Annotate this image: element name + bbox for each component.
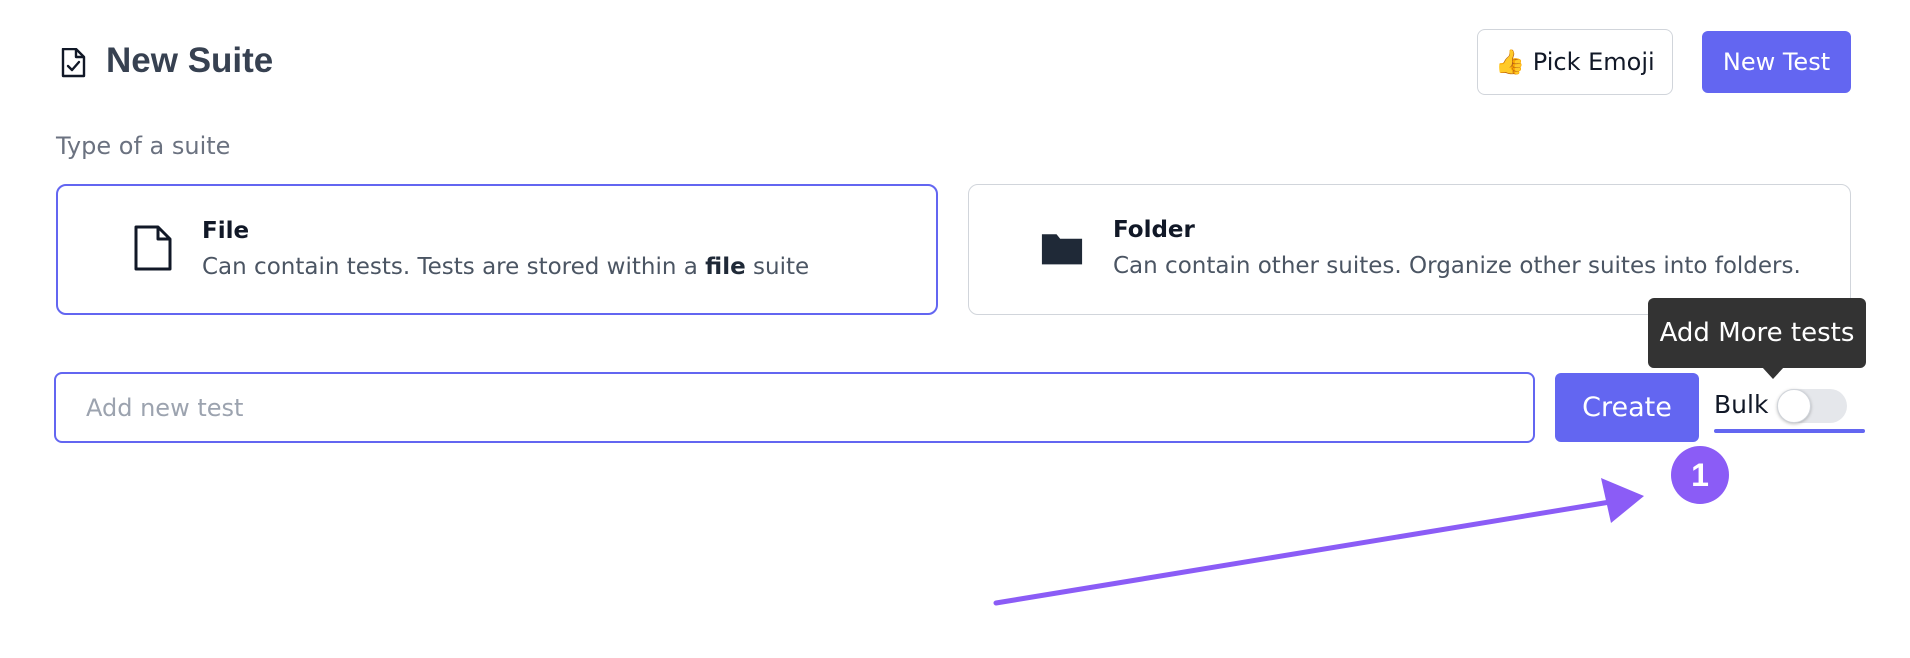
suite-type-file-card[interactable]: File Can contain tests. Tests are stored… <box>56 184 938 315</box>
bulk-label: Bulk <box>1714 390 1769 419</box>
file-icon <box>134 225 172 271</box>
bulk-highlight-underline <box>1714 429 1865 433</box>
file-card-description-prefix: Can contain tests. Tests are stored with… <box>202 254 706 280</box>
annotation-arrow-icon <box>993 478 1644 606</box>
add-more-tests-tooltip: Add More tests <box>1648 298 1866 368</box>
file-check-icon <box>61 48 86 78</box>
pick-emoji-button[interactable]: 👍 Pick Emoji <box>1477 29 1673 95</box>
file-card-description: Can contain tests. Tests are stored with… <box>202 254 809 280</box>
file-card-description-suffix: suite <box>745 254 810 280</box>
step-number-badge: 1 <box>1671 446 1729 504</box>
new-suite-page: New Suite 👍 Pick Emoji New Test Type of … <box>0 0 1910 658</box>
tooltip-arrow <box>1762 367 1784 379</box>
bulk-toggle-knob[interactable] <box>1777 389 1811 423</box>
folder-icon <box>1041 234 1083 265</box>
suite-type-folder-card[interactable]: Folder Can contain other suites. Organiz… <box>968 184 1851 315</box>
new-test-button[interactable]: New Test <box>1702 31 1851 93</box>
bulk-toggle[interactable] <box>1777 389 1847 423</box>
create-button[interactable]: Create <box>1555 373 1699 442</box>
file-card-description-bold: file <box>705 254 746 280</box>
page-title: New Suite <box>106 41 274 80</box>
add-new-test-input[interactable] <box>54 372 1535 443</box>
folder-card-title: Folder <box>1113 217 1195 243</box>
folder-card-description: Can contain other suites. Organize other… <box>1113 253 1801 279</box>
suite-type-label: Type of a suite <box>56 132 231 160</box>
file-card-title: File <box>202 218 250 244</box>
